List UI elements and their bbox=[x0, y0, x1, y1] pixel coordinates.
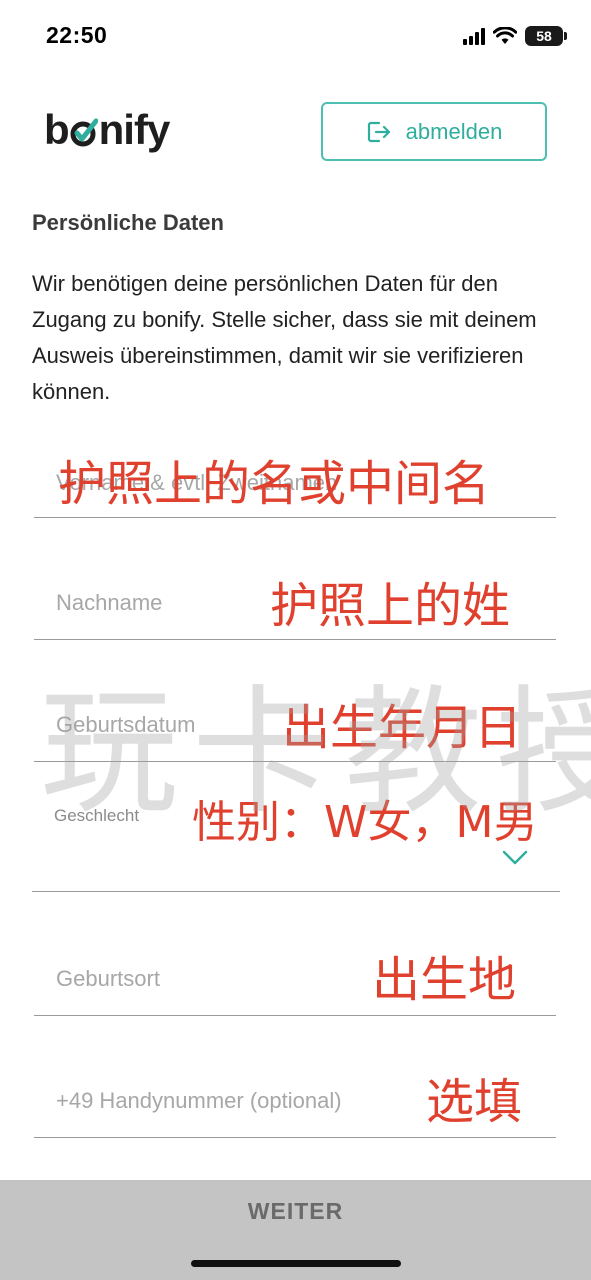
first-name-annotation: 护照上的名或中间名 bbox=[58, 456, 491, 512]
intro-text: Wir benötigen deine persönlichen Daten f… bbox=[32, 271, 537, 404]
section-title: Persönliche Daten bbox=[32, 210, 224, 235]
screen: 22:50 58 b nify abmelden Persönliche Dat… bbox=[0, 0, 591, 1280]
chevron-down-icon bbox=[502, 850, 528, 865]
gender-annotation: 性别：W女，M男 bbox=[192, 797, 538, 848]
logout-button[interactable]: abmelden bbox=[321, 102, 547, 161]
status-icons: 58 bbox=[463, 26, 567, 46]
birthdate-annotation: 出生年月日 bbox=[282, 700, 523, 756]
gender-label: Geschlecht bbox=[54, 806, 140, 825]
bonify-logo: b nify bbox=[44, 106, 170, 153]
phone-placeholder: +49 Handynummer (optional) bbox=[56, 1088, 342, 1113]
birthdate-placeholder: Geburtsdatum bbox=[56, 712, 196, 737]
checkmark-logo-icon bbox=[70, 118, 98, 147]
birthplace-annotation: 出生地 bbox=[372, 952, 517, 1008]
phone-annotation: 选填 bbox=[426, 1074, 523, 1130]
battery-icon: 58 bbox=[525, 26, 567, 46]
status-bar: 22:50 58 bbox=[0, 0, 591, 76]
continue-button[interactable]: WEITER bbox=[0, 1198, 591, 1225]
logout-icon bbox=[367, 121, 390, 142]
status-time: 22:50 bbox=[46, 22, 108, 48]
home-indicator bbox=[191, 1260, 401, 1267]
birthplace-placeholder: Geburtsort bbox=[56, 966, 160, 991]
last-name-annotation: 护照上的姓 bbox=[270, 578, 511, 634]
wifi-icon bbox=[493, 27, 517, 44]
cellular-signal-icon bbox=[463, 27, 485, 45]
logout-label: abmelden bbox=[405, 118, 503, 144]
last-name-placeholder: Nachname bbox=[56, 590, 163, 615]
